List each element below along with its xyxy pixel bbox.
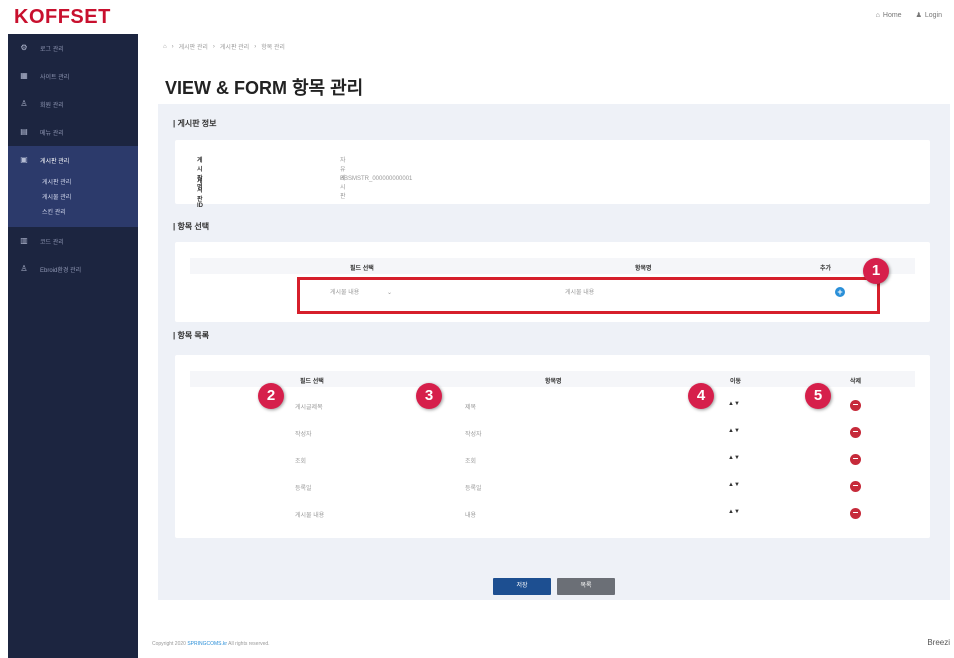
delete-button[interactable]: – — [850, 400, 861, 411]
grid-icon: ▦ — [20, 71, 28, 80]
column-header: 항목명 — [545, 379, 562, 385]
page-title: VIEW & FORM 항목 관리 — [165, 78, 364, 98]
name-cell[interactable]: 조회 — [465, 456, 476, 465]
home-icon: ⌂ — [875, 11, 880, 19]
sidebar-item-board[interactable]: ▣ 게시판 관리 — [8, 146, 138, 174]
field-cell[interactable]: 작성자 — [295, 429, 312, 438]
column-header: 필드 선택 — [300, 379, 324, 385]
top-links: ⌂ Home ♟ Login — [876, 11, 942, 20]
delete-button[interactable]: – — [850, 508, 861, 519]
sidebar: ⚙ 로그 관리 ▦ 사이트 관리 ♙ 회원 관리 ▤ 메뉴 관리 ▣ 게시판 관… — [8, 34, 138, 658]
user-icon: ♟ — [915, 12, 922, 19]
content-panel: | 게시판 정보 게시판명 자유게시판 게시판ID BBSMSTR_000000… — [158, 104, 950, 600]
sidebar-item-label: 사이트 관리 — [40, 74, 70, 81]
section-title-field-select: | 항목 선택 — [173, 222, 210, 231]
sidebar-subitem-skin[interactable]: 스킨 관리 — [42, 206, 138, 221]
field-cell[interactable]: 게시글제목 — [295, 402, 323, 411]
column-header: 필드 선택 — [350, 266, 374, 272]
sidebar-item-env[interactable]: ♙ Ebroid환경 관리 — [8, 255, 138, 283]
move-arrows-icon[interactable]: ▲▼ — [728, 428, 740, 434]
sidebar-submenu: 게시판 관리 게시물 관리 스킨 관리 — [8, 174, 138, 227]
field-cell[interactable]: 게시물 내용 — [295, 510, 324, 519]
column-header: 이동 — [730, 379, 742, 385]
sidebar-item-label: 게시판 관리 — [40, 158, 70, 165]
gear-icon: ⚙ — [20, 43, 28, 52]
sidebar-item-label: 회원 관리 — [40, 102, 64, 109]
column-header: 추가 — [820, 266, 832, 272]
table-header: 필드 선택 항목명 이동 삭제 — [190, 371, 915, 387]
brand-logo: Breezi — [927, 638, 950, 647]
delete-button[interactable]: – — [850, 481, 861, 492]
sidebar-item-label: 로그 관리 — [40, 46, 64, 53]
sidebar-item-site[interactable]: ▦ 사이트 관리 — [8, 62, 138, 90]
breadcrumb-item: 항목 관리 — [261, 45, 285, 51]
delete-button[interactable]: – — [850, 454, 861, 465]
sidebar-item-label: Ebroid환경 관리 — [40, 267, 82, 274]
move-arrows-icon[interactable]: ▲▼ — [728, 509, 740, 515]
move-arrows-icon[interactable]: ▲▼ — [728, 482, 740, 488]
name-cell[interactable]: 제목 — [465, 402, 476, 411]
sidebar-item-member[interactable]: ♙ 회원 관리 — [8, 90, 138, 118]
top-bar: KOFFSET ⌂ Home ♟ Login — [0, 0, 954, 34]
move-arrows-icon[interactable]: ▲▼ — [728, 455, 740, 461]
main-area: ⌂ › 게시판 관리 › 게시판 관리 › 항목 관리 VIEW & FORM … — [155, 34, 950, 624]
name-cell[interactable]: 내용 — [465, 510, 476, 519]
section-title-board-info: | 게시판 정보 — [173, 119, 217, 128]
home-icon[interactable]: ⌂ — [163, 44, 167, 50]
name-cell[interactable]: 작성자 — [465, 429, 482, 438]
footer: Copyright 2020 SPRINGCOMS.kr All rights … — [152, 641, 270, 647]
sidebar-item-menu[interactable]: ▤ 메뉴 관리 — [8, 118, 138, 146]
breadcrumb-item[interactable]: 게시판 관리 — [179, 42, 208, 51]
home-link-label: Home — [882, 11, 902, 19]
breadcrumb-item[interactable]: 게시판 관리 — [220, 42, 249, 51]
column-header: 삭제 — [850, 379, 862, 385]
sidebar-subitem-post[interactable]: 게시물 관리 — [42, 191, 138, 206]
info-value: BBSMSTR_000000000001 — [340, 176, 413, 182]
table-row: 조회 조회 ▲▼ – — [175, 446, 930, 473]
sidebar-item-code[interactable]: ▥ 코드 관리 — [8, 227, 138, 255]
callout-badge-5: 5 — [805, 383, 831, 409]
sidebar-item-label: 코드 관리 — [40, 239, 64, 246]
section-title-field-list: | 항목 목록 — [173, 331, 210, 340]
sidebar-item-log[interactable]: ⚙ 로그 관리 — [8, 34, 138, 62]
sidebar-subitem-board[interactable]: 게시판 관리 — [42, 176, 138, 191]
delete-button[interactable]: – — [850, 427, 861, 438]
board-icon: ▣ — [20, 155, 28, 164]
callout-badge-4: 4 — [688, 383, 714, 409]
logo[interactable]: KOFFSET — [14, 6, 111, 29]
board-info-card: 게시판명 자유게시판 게시판ID BBSMSTR_000000000001 — [175, 140, 930, 209]
table-row: 게시물 내용 내용 ▲▼ – — [175, 500, 930, 527]
login-link-label: Login — [924, 11, 942, 19]
menu-icon: ▤ — [20, 127, 28, 136]
info-label: 게시판ID — [197, 179, 203, 209]
field-cell[interactable]: 조회 — [295, 456, 306, 465]
column-header: 항목명 — [635, 266, 652, 272]
table-header: 필드 선택 항목명 추가 — [190, 258, 915, 274]
sidebar-item-label: 메뉴 관리 — [40, 130, 64, 137]
list-button[interactable]: 목록 — [557, 578, 615, 595]
name-cell[interactable]: 등록일 — [465, 483, 482, 492]
callout-badge-3: 3 — [416, 383, 442, 409]
save-button[interactable]: 저장 — [493, 578, 551, 595]
move-arrows-icon[interactable]: ▲▼ — [728, 401, 740, 407]
highlight-box — [297, 277, 880, 314]
table-row: 작성자 작성자 ▲▼ – — [175, 419, 930, 446]
code-icon: ▥ — [20, 236, 28, 245]
login-link[interactable]: ♟ Login — [915, 11, 942, 20]
callout-badge-2: 2 — [258, 383, 284, 409]
table-row: 등록일 등록일 ▲▼ – — [175, 473, 930, 500]
field-cell[interactable]: 등록일 — [295, 483, 312, 492]
footer-brand-link[interactable]: SPRINGCOMS.kr — [187, 641, 227, 647]
home-link[interactable]: ⌂ Home — [876, 12, 902, 19]
callout-badge-1: 1 — [863, 258, 889, 284]
breadcrumb: ⌂ › 게시판 관리 › 게시판 관리 › 항목 관리 — [163, 42, 285, 52]
user-icon: ♙ — [20, 264, 28, 273]
user-icon: ♙ — [20, 99, 28, 108]
